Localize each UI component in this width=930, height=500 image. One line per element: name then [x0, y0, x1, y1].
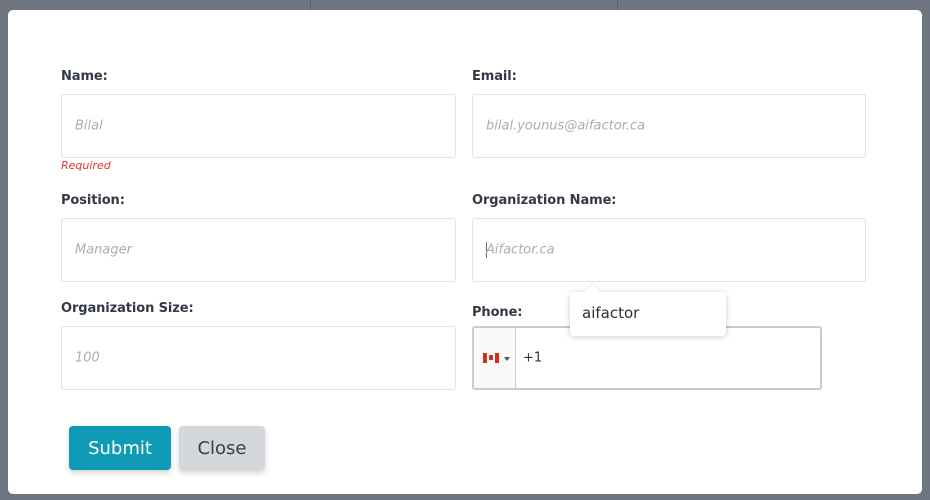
email-placeholder: bilal.younus@aifactor.ca	[486, 118, 646, 134]
chevron-down-icon	[504, 357, 510, 361]
name-required-error: Required	[61, 159, 111, 172]
organization-name-label: Organization Name:	[472, 193, 617, 208]
position-label: Position:	[61, 193, 125, 208]
email-field[interactable]: bilal.younus@aifactor.ca	[472, 94, 866, 158]
organization-name-field[interactable]: Aifactor.ca	[472, 218, 866, 282]
organization-size-placeholder: 100	[75, 350, 100, 366]
name-placeholder: Bilal	[75, 118, 103, 134]
phone-label: Phone:	[472, 305, 523, 320]
position-placeholder: Manager	[75, 242, 132, 258]
country-selector[interactable]	[474, 328, 516, 388]
suggestion-text: aifactor	[582, 304, 640, 322]
name-label: Name:	[61, 69, 108, 84]
canada-flag-icon	[483, 353, 499, 363]
position-field[interactable]: Manager	[61, 218, 456, 282]
autocomplete-suggestion[interactable]: aifactor	[570, 292, 726, 336]
close-button[interactable]: Close	[179, 426, 265, 470]
name-field[interactable]: Bilal	[61, 94, 456, 158]
email-label: Email:	[472, 69, 517, 84]
dial-code: +1	[523, 350, 543, 366]
organization-name-placeholder: Aifactor.ca	[486, 242, 555, 258]
submit-button[interactable]: Submit	[69, 426, 171, 470]
organization-size-label: Organization Size:	[61, 301, 194, 316]
organization-size-field[interactable]: 100	[61, 326, 456, 390]
